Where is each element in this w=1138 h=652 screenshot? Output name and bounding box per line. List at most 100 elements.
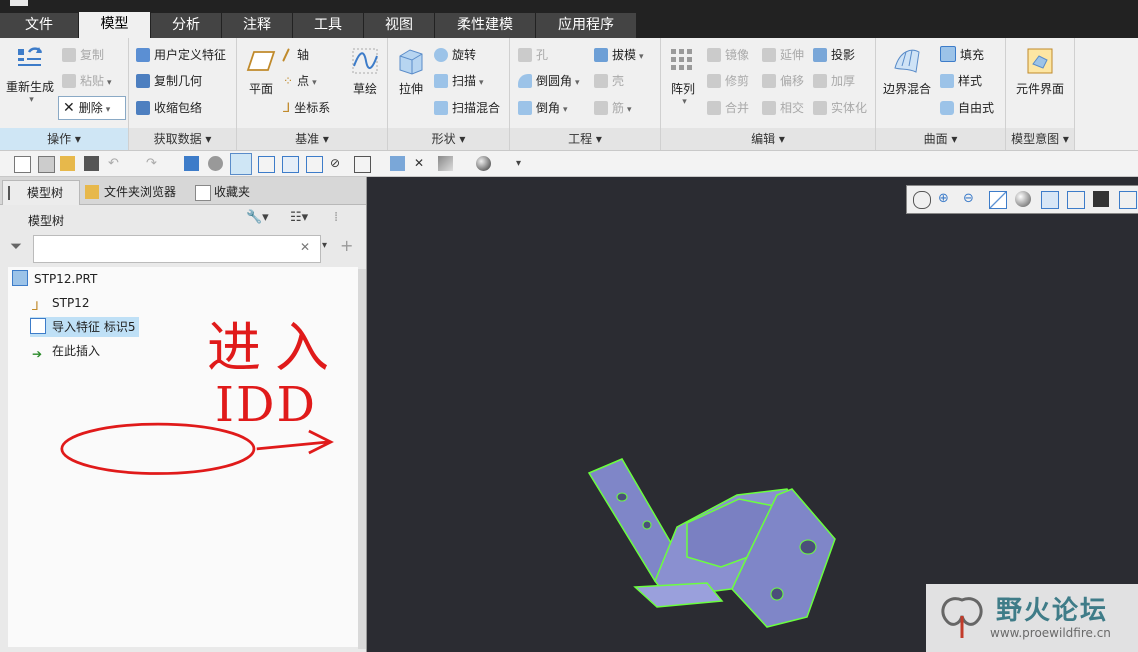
perspective-icon[interactable] — [1093, 191, 1109, 207]
mirror-button[interactable]: 镜像 — [707, 45, 749, 65]
model-intent-group-menu[interactable]: 模型意图 ▾ — [1006, 128, 1074, 150]
group-get-data: 用户定义特征 复制几何 收缩包络 获取数据 ▾ — [129, 38, 237, 150]
sketch-button[interactable]: 草绘 — [345, 46, 385, 97]
appearance-icon[interactable] — [476, 156, 491, 171]
tab-tools[interactable]: 工具 — [293, 13, 364, 38]
datum-axis-button[interactable]: 轴 — [282, 45, 309, 65]
shell-button[interactable]: 壳 — [594, 71, 624, 91]
copy-button[interactable]: 复制 — [62, 45, 104, 65]
datum-display-icon[interactable] — [354, 156, 371, 173]
hole-button[interactable]: 孔 — [518, 45, 548, 65]
zoom-out-icon[interactable]: ⊖ — [963, 191, 979, 207]
tree-root[interactable]: STP12.PRT — [12, 269, 97, 289]
delete-button[interactable]: ✕ 删除 ▾ — [58, 96, 126, 120]
trim-button[interactable]: 修剪 — [707, 71, 749, 91]
section-icon[interactable] — [1119, 191, 1137, 209]
graphics-viewport[interactable]: 进入 IDD — [60, 177, 1138, 652]
shape-group-menu[interactable]: 形状 ▾ — [388, 128, 509, 150]
solidify-button[interactable]: 实体化 — [813, 98, 867, 118]
surfaces-group-menu[interactable]: 曲面 ▾ — [876, 128, 1005, 150]
saved-orientations-icon[interactable] — [1041, 191, 1059, 209]
fill-button[interactable]: 填充 — [940, 45, 984, 65]
swept-blend-button[interactable]: 扫描混合 — [434, 98, 500, 118]
freestyle-button[interactable]: 自由式 — [940, 98, 994, 118]
chamfer-button[interactable]: 倒角 ▾ — [518, 98, 568, 118]
tab-favorites[interactable]: 收藏夹 — [190, 180, 284, 204]
new-file-icon[interactable] — [14, 156, 31, 173]
measure-icon[interactable] — [438, 156, 453, 171]
tree-item-csys[interactable]: ⅃ STP12 — [32, 293, 89, 313]
boundary-blend-button[interactable]: 边界混合 — [880, 46, 934, 97]
paste-button[interactable]: 粘贴 ▾ — [62, 71, 112, 91]
merge-button[interactable]: 合并 — [707, 98, 749, 118]
repaint-icon[interactable] — [989, 191, 1007, 209]
extrude-button[interactable]: 拉伸 — [392, 46, 430, 97]
extend-button[interactable]: 延伸 — [762, 45, 804, 65]
search-options-chevron-icon[interactable]: ▾ — [322, 240, 327, 251]
tab-model[interactable]: 模型 — [79, 12, 151, 38]
zoom-in-icon[interactable]: ⊕ — [938, 191, 954, 207]
tab-analysis[interactable]: 分析 — [151, 13, 222, 38]
tab-folder-browser[interactable]: 文件夹浏览器 — [80, 180, 186, 204]
panel-scrollbar[interactable] — [358, 269, 366, 649]
tab-model-tree[interactable]: 模型树 — [2, 180, 80, 205]
datum-group-menu[interactable]: 基准 ▾ — [237, 128, 387, 150]
copy-geometry-button[interactable]: 复制几何 — [136, 71, 202, 91]
view-manager-icon[interactable] — [1067, 191, 1085, 209]
revolve-button[interactable]: 旋转 — [434, 45, 476, 65]
tab-applications[interactable]: 应用程序 — [536, 13, 637, 38]
tab-view[interactable]: 视图 — [364, 13, 435, 38]
shrinkwrap-button[interactable]: 收缩包络 — [136, 98, 202, 118]
hidden-line-icon[interactable] — [282, 156, 299, 173]
regenerate-button[interactable]: 重新生成 ▾ — [4, 44, 56, 105]
thicken-button[interactable]: 加厚 — [813, 71, 855, 91]
get-data-group-menu[interactable]: 获取数据 ▾ — [129, 128, 236, 150]
folder-icon[interactable] — [60, 156, 75, 171]
datum-csys-button[interactable]: ⅃ 坐标系 — [283, 98, 330, 118]
refit-icon[interactable] — [913, 191, 931, 209]
save-icon[interactable] — [84, 156, 99, 171]
undo-icon[interactable]: ↶ — [108, 156, 123, 171]
tree-settings-icon[interactable]: 🔧▾ — [246, 210, 269, 225]
project-button[interactable]: 投影 — [813, 45, 855, 65]
tab-flexible-modeling[interactable]: 柔性建模 — [435, 13, 536, 38]
close-window-icon[interactable]: ✕ — [414, 156, 429, 171]
part-model[interactable] — [367, 177, 1138, 652]
style-button[interactable]: 样式 — [940, 71, 982, 91]
offset-button[interactable]: 偏移 — [762, 71, 804, 91]
tree-filter-icon[interactable]: ⁞ — [334, 210, 338, 225]
customize-toolbar-icon[interactable]: ▾ — [516, 156, 531, 171]
clear-search-icon[interactable]: ✕ — [300, 240, 310, 254]
edit-group-menu[interactable]: 编辑 ▾ — [661, 128, 875, 150]
engineering-group-menu[interactable]: 工程 ▾ — [510, 128, 660, 150]
tree-columns-icon[interactable]: ☷▾ — [290, 210, 308, 225]
tree-item-import-feature[interactable]: 导入特征 标识5 — [30, 317, 140, 337]
tab-file[interactable]: 文件 — [0, 13, 79, 38]
operations-group-menu[interactable]: 操作 ▾ — [0, 128, 128, 150]
hide-icon[interactable]: ⊘ — [330, 156, 345, 171]
tab-annotate[interactable]: 注释 — [222, 13, 293, 38]
tree-item-insert-here[interactable]: ➔ 在此插入 — [32, 341, 100, 361]
display-style-icon[interactable] — [1015, 191, 1031, 207]
view-icon[interactable] — [208, 156, 223, 171]
pattern-button[interactable]: 阵列 ▾ — [665, 46, 701, 107]
component-interface-button[interactable]: 元件界面 — [1008, 46, 1072, 97]
tree-search-input[interactable] — [33, 235, 321, 263]
trim-icon — [707, 74, 721, 88]
draft-button[interactable]: 拔模 ▾ — [594, 45, 644, 65]
shading-edges-icon[interactable] — [258, 156, 275, 173]
shading-icon[interactable] — [230, 153, 252, 175]
udf-button[interactable]: 用户定义特征 — [136, 45, 226, 65]
round-button[interactable]: 倒圆角 ▾ — [518, 71, 580, 91]
wireframe-icon[interactable] — [306, 156, 323, 173]
add-filter-icon[interactable]: + — [340, 236, 353, 255]
rib-button[interactable]: 筋 ▾ — [594, 98, 632, 118]
regenerate-quick-icon[interactable] — [184, 156, 199, 171]
spin-center-icon[interactable] — [390, 156, 405, 171]
redo-icon[interactable]: ↷ — [146, 156, 161, 171]
sweep-button[interactable]: 扫描 ▾ — [434, 71, 484, 91]
datum-plane-button[interactable]: 平面 — [241, 46, 281, 97]
intersect-button[interactable]: 相交 — [762, 98, 804, 118]
datum-point-button[interactable]: ⁘ 点 ▾ — [283, 71, 317, 91]
open-icon[interactable] — [38, 156, 55, 173]
